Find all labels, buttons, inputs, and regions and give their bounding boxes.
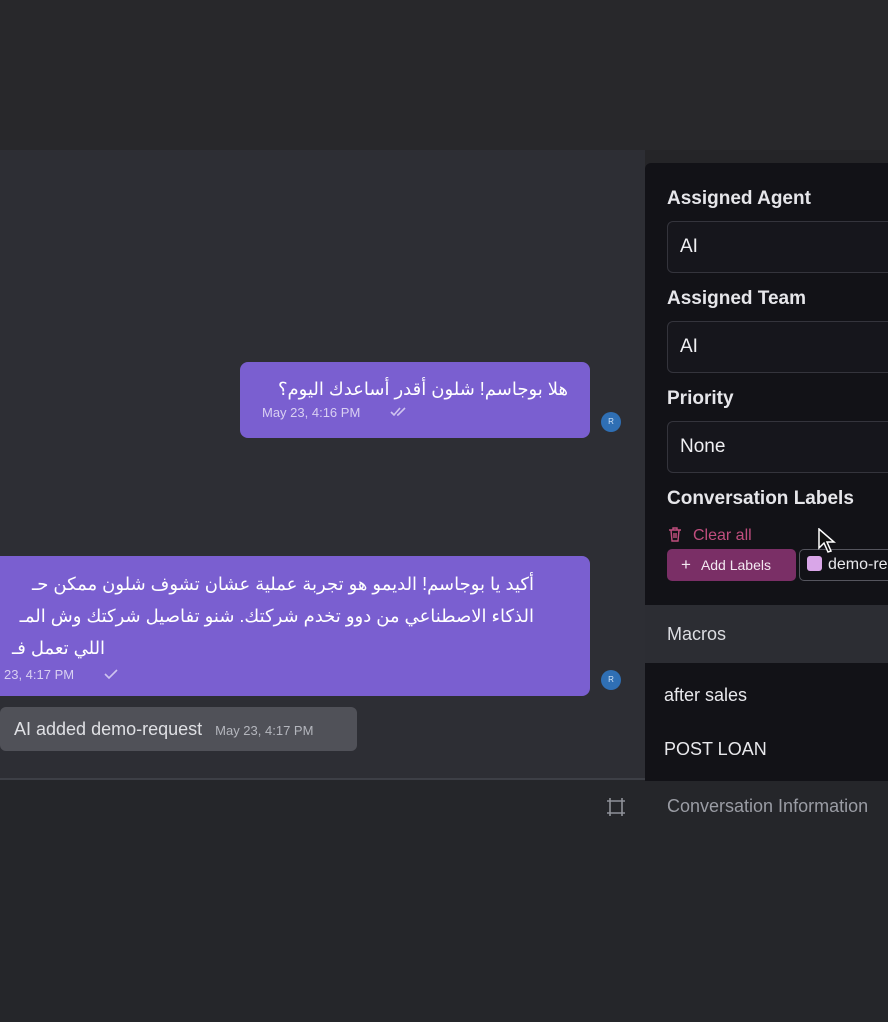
message-line: الذكاء الاصطناعي من دوو تخدم شركتك. شنو …	[19, 606, 534, 626]
macro-item[interactable]: after sales	[664, 685, 747, 706]
assigned-team-select[interactable]: AI	[667, 321, 888, 373]
label-chip[interactable]: demo-re	[799, 549, 888, 581]
activity-message: AI added demo-request May 23, 4:17 PM	[0, 707, 357, 751]
activity-timestamp: May 23, 4:17 PM	[215, 723, 314, 738]
double-check-icon	[390, 404, 408, 420]
message-line: اللي تعمل فـ	[12, 638, 106, 658]
label-chip-text: demo-re	[828, 556, 888, 573]
activity-text: AI added demo-request	[14, 719, 203, 739]
top-area	[0, 0, 888, 150]
priority-label: Priority	[667, 388, 734, 409]
message-timestamp: May 23, 4:16 PM	[262, 405, 361, 420]
message-text: هلا بوجاسم! شلون أقدر أساعدك اليوم؟	[277, 379, 568, 399]
conversation-information-header[interactable]: Conversation Information	[667, 796, 868, 817]
message-line: أكيد يا بوجاسم! الديمو هو تجربة عملية عش…	[32, 574, 534, 594]
expand-icon[interactable]	[606, 797, 626, 817]
clear-all-label: Clear all	[693, 527, 752, 544]
macros-header[interactable]: Macros	[645, 605, 888, 663]
add-labels-label: Add Labels	[700, 557, 771, 573]
add-labels-button[interactable]: + Add Labels	[667, 549, 796, 581]
macro-item[interactable]: POST LOAN	[664, 739, 767, 760]
message-meta: 23, 4:17 PM	[4, 666, 118, 682]
app-window: هلا بوجاسم! شلون أقدر أساعدك اليوم؟ May …	[0, 0, 888, 1022]
mouse-cursor-icon	[818, 527, 837, 554]
check-icon	[104, 666, 118, 682]
conversation-sidebar: Assigned Agent AI Assigned Team AI Prior…	[645, 163, 888, 605]
assigned-agent-select[interactable]: AI	[667, 221, 888, 273]
message-meta: May 23, 4:16 PM	[262, 404, 568, 420]
label-color-swatch	[807, 556, 822, 571]
assigned-team-label: Assigned Team	[667, 288, 807, 309]
assigned-agent-label: Assigned Agent	[667, 188, 811, 209]
agent-avatar: R	[601, 412, 621, 432]
conversation-labels-title: Conversation Labels	[667, 488, 854, 509]
plus-icon: +	[681, 555, 691, 574]
message-timestamp: 23, 4:17 PM	[4, 667, 75, 682]
trash-icon	[667, 526, 683, 542]
macros-list: after sales POST LOAN	[645, 663, 888, 781]
agent-avatar: R	[601, 670, 621, 690]
outgoing-message[interactable]: أكيد يا بوجاسم! الديمو هو تجربة عملية عش…	[0, 556, 590, 696]
clear-all-button[interactable]: Clear all	[667, 526, 752, 545]
outgoing-message[interactable]: هلا بوجاسم! شلون أقدر أساعدك اليوم؟ May …	[240, 362, 590, 438]
priority-select[interactable]: None	[667, 421, 888, 473]
